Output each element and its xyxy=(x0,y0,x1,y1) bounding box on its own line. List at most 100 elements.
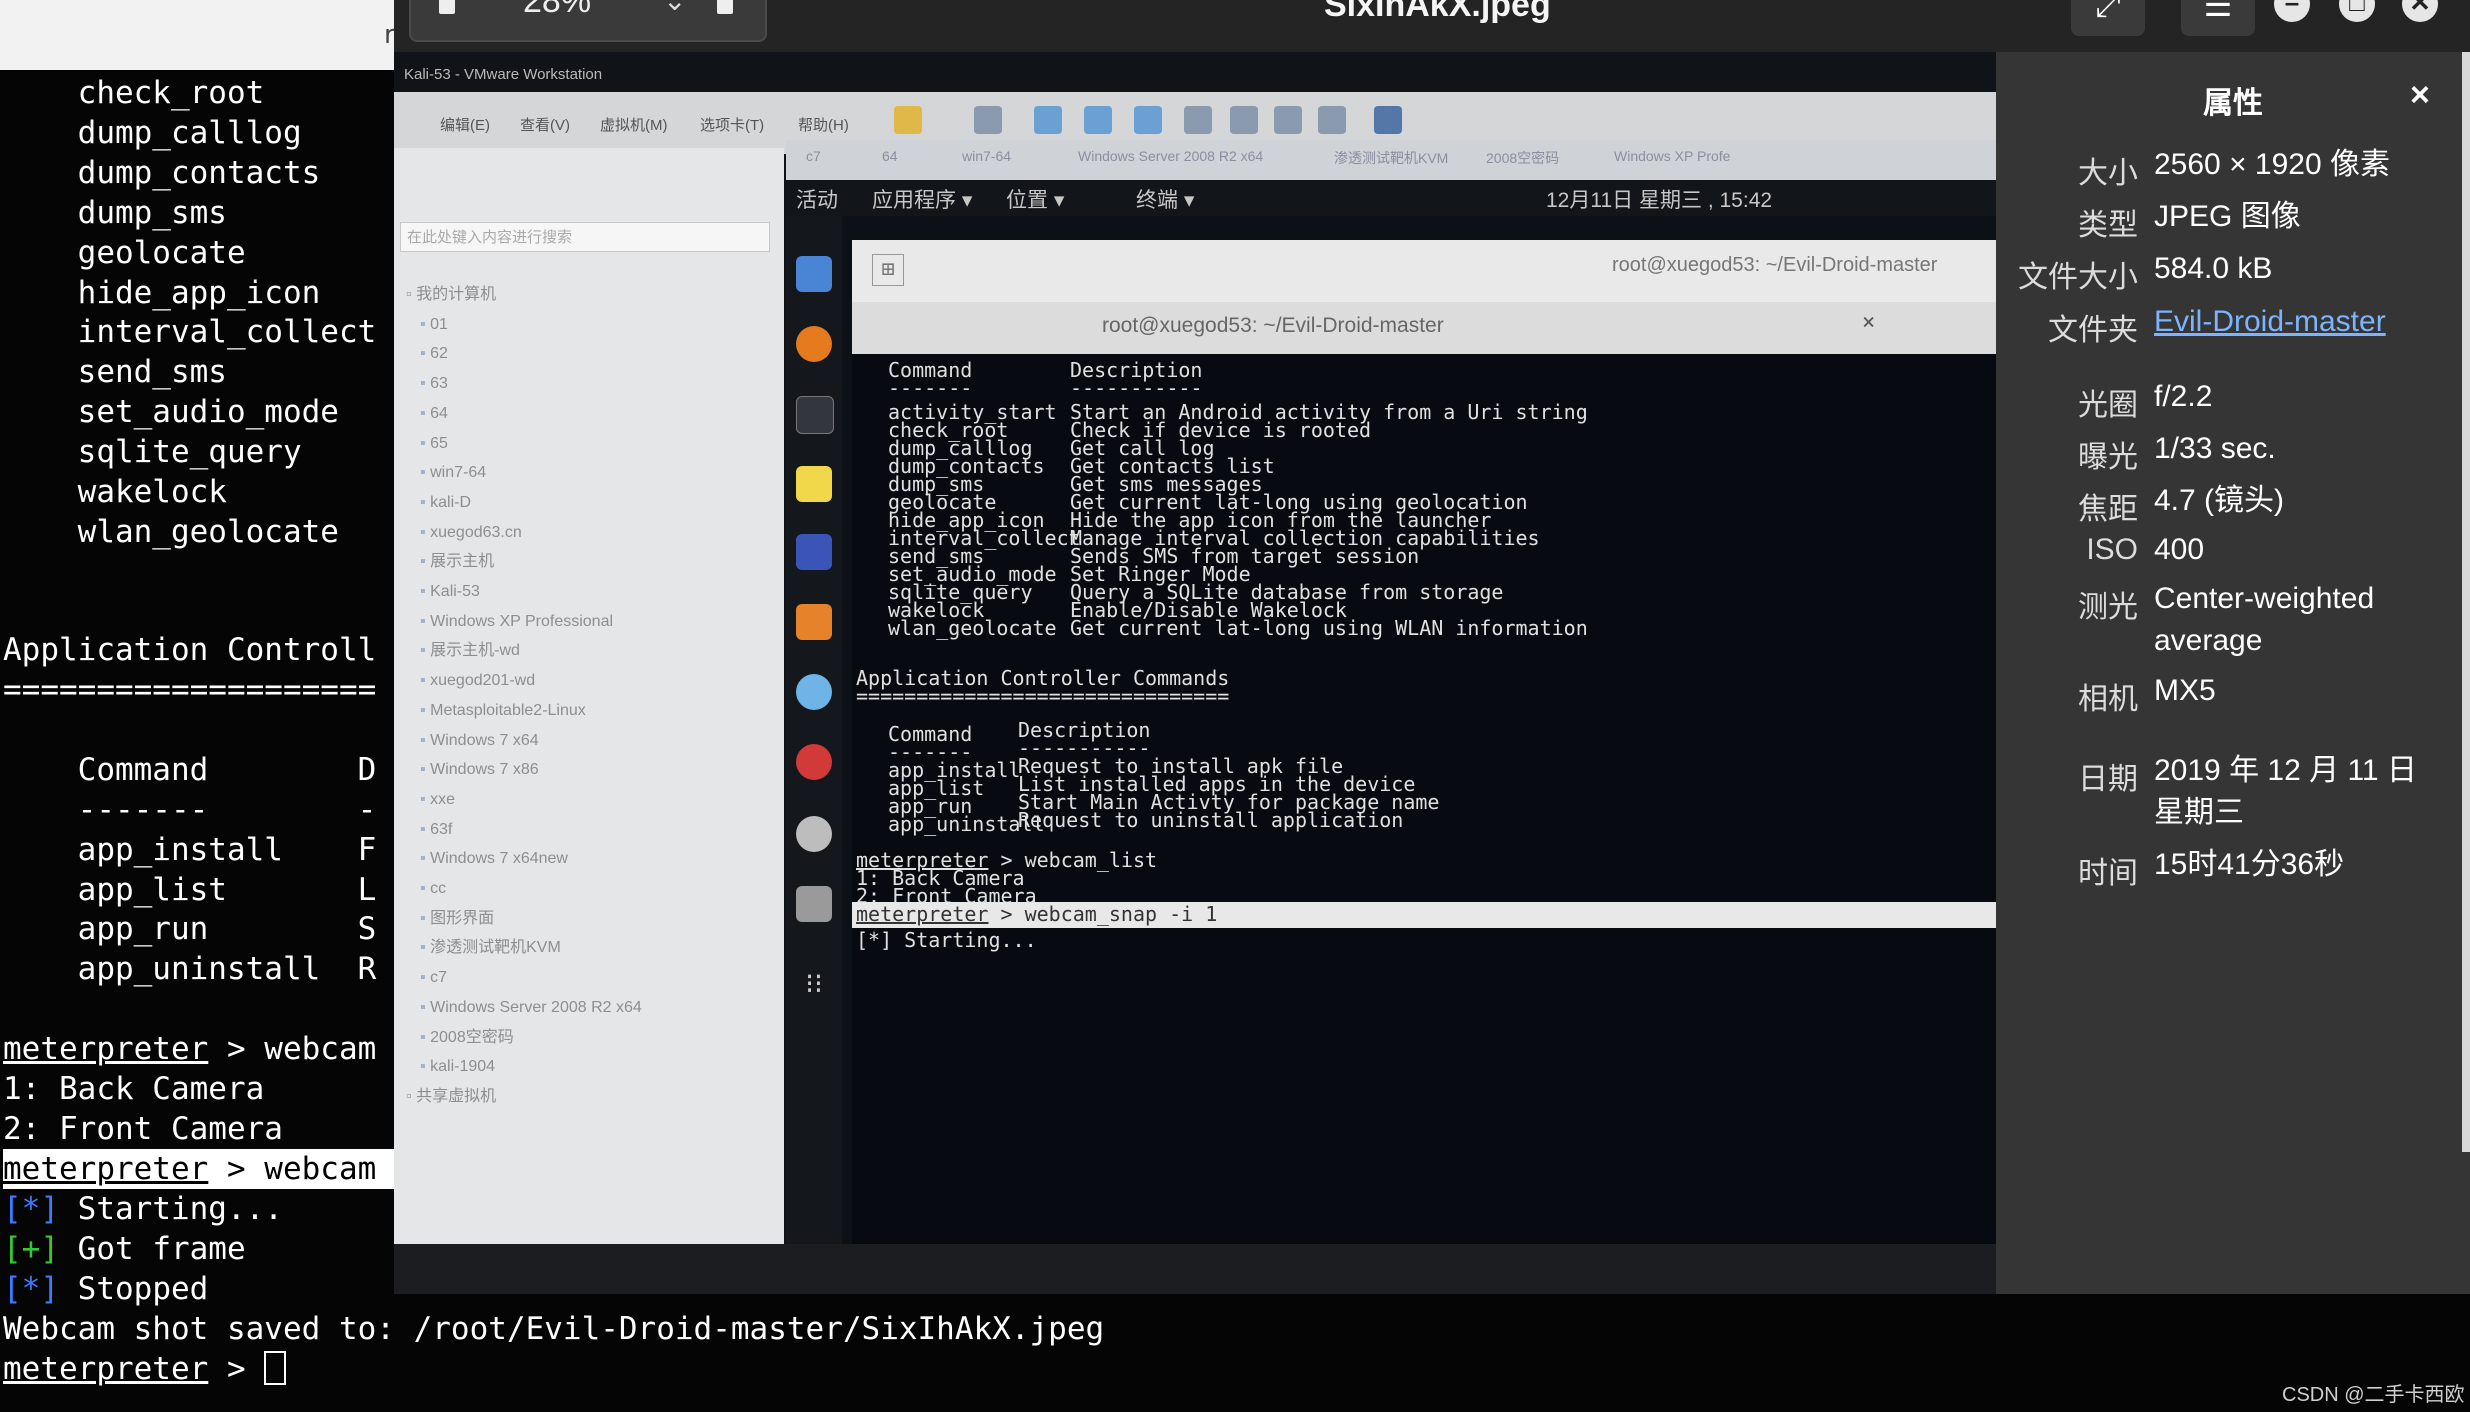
app-cmd-line: app_list L xyxy=(77,872,377,908)
tree-item[interactable]: 64 xyxy=(406,399,642,429)
tree-item[interactable]: Windows 7 x64 xyxy=(406,726,642,756)
toolbar-icon[interactable] xyxy=(1184,106,1212,134)
vm-tab[interactable]: win7-64 xyxy=(962,148,1011,174)
tree-item[interactable]: xuegod201-wd xyxy=(406,666,642,696)
tree-item[interactable]: 展示主机-wd xyxy=(406,636,642,666)
tree-item[interactable]: Metasploitable2-Linux xyxy=(406,696,642,726)
tree-root[interactable]: 我的计算机 xyxy=(406,280,642,310)
menu-item[interactable]: 编辑(E) xyxy=(440,114,490,135)
close-tab-icon[interactable]: × xyxy=(1862,310,1875,335)
tree-item[interactable]: Windows 7 x86 xyxy=(406,755,642,785)
tree-item[interactable]: kali-1904 xyxy=(406,1052,642,1082)
final-prompt[interactable]: meterpreter > xyxy=(3,1349,287,1389)
tree-item[interactable]: Windows Server 2008 R2 x64 xyxy=(406,993,642,1023)
vm-tab[interactable]: 渗透测试靶机KVM xyxy=(1334,148,1448,174)
fullscreen-button[interactable]: ⤢ xyxy=(2071,0,2145,36)
cherrytree-icon[interactable] xyxy=(796,744,832,780)
menu-item[interactable]: 虚拟机(M) xyxy=(600,114,668,135)
status-line: [*] Starting... xyxy=(856,928,1037,952)
tree-item[interactable]: 63f xyxy=(406,815,642,845)
prop-value: 4.7 (镜头) xyxy=(2154,484,2285,517)
zoom-in-icon[interactable] xyxy=(711,0,739,24)
toolbar-icon[interactable] xyxy=(894,106,922,134)
zoom-control[interactable]: 28% ⌄ xyxy=(409,0,767,42)
terminal-top-edge: r xyxy=(0,0,395,70)
prop-key: ISO xyxy=(2086,533,2138,566)
prop-key: 曝光 xyxy=(2078,441,2138,474)
tree-item[interactable]: xxe xyxy=(406,785,642,815)
menu-item[interactable]: 帮助(H) xyxy=(798,114,849,135)
terminal-tab: root@xuegod53: ~/Evil-Droid-master × xyxy=(852,302,1996,354)
vm-tab[interactable]: 64 xyxy=(882,148,898,174)
close-icon[interactable]: × xyxy=(2410,76,2430,115)
tree-item[interactable]: Windows XP Professional xyxy=(406,607,642,637)
minimize-button[interactable]: – xyxy=(2274,0,2310,22)
tree-item[interactable]: c7 xyxy=(406,963,642,993)
cmd-line: check_root xyxy=(77,75,265,111)
burp-icon[interactable] xyxy=(796,604,832,640)
tree-item[interactable]: Kali-53 xyxy=(406,577,642,607)
menu-item[interactable]: 选项卡(T) xyxy=(700,114,764,135)
zoom-out-icon[interactable] xyxy=(433,0,461,24)
prop-value: JPEG 图像 xyxy=(2154,200,2301,233)
tree-item[interactable]: 2008空密码 xyxy=(406,1023,642,1053)
folder-link[interactable]: Evil-Droid-master xyxy=(2154,301,2454,343)
toolbar-icon[interactable] xyxy=(1230,106,1258,134)
notes-icon[interactable] xyxy=(796,466,832,502)
toolbar-icon[interactable] xyxy=(1318,106,1346,134)
cmd-line: geolocate xyxy=(77,235,246,271)
toolbar-icon[interactable] xyxy=(974,106,1002,134)
new-tab-icon[interactable]: ⊞ xyxy=(872,254,904,286)
tree-item[interactable]: 图形界面 xyxy=(406,904,642,934)
tree-item[interactable]: 01 xyxy=(406,310,642,340)
tree-item[interactable]: cc xyxy=(406,874,642,904)
terminal-menu[interactable]: 终端 ▾ xyxy=(1136,184,1194,214)
firefox-icon[interactable] xyxy=(796,326,832,362)
vm-tab[interactable]: 2008空密码 xyxy=(1486,148,1559,174)
prop-key: 焦距 xyxy=(2078,493,2138,526)
trash-icon[interactable] xyxy=(796,886,832,922)
properties-panel: 属性 × 大小 2560 × 1920 像素 类型 JPEG 图像 文件大小 5… xyxy=(1996,52,2470,1294)
tree-item[interactable]: 65 xyxy=(406,429,642,459)
toolbar-icon[interactable] xyxy=(1374,106,1402,134)
highlighted-prompt: meterpreter > webcam_snap -i 1 xyxy=(852,902,1996,928)
app-grid-icon[interactable]: ⁝⁝ xyxy=(796,966,832,1002)
tree-item[interactable]: xuegod63.cn xyxy=(406,518,642,548)
maximize-button[interactable]: □ xyxy=(2339,0,2375,22)
applications-menu[interactable]: 应用程序 ▾ xyxy=(872,184,972,214)
tree-item[interactable]: 展示主机 xyxy=(406,547,642,577)
menu-button[interactable]: ☰ xyxy=(2181,0,2255,36)
chevron-down-icon[interactable]: ⌄ xyxy=(663,0,686,17)
eye-icon[interactable] xyxy=(796,674,832,710)
places-menu[interactable]: 位置 ▾ xyxy=(1006,184,1064,214)
terminal-output[interactable]: Command Description ------- ----------- … xyxy=(852,354,1996,1244)
tree-shared[interactable]: 共享虚拟机 xyxy=(406,1082,642,1112)
prop-value: 2019 年 12 月 11 日 星期三 xyxy=(2154,754,2417,829)
vm-tab[interactable]: c7 xyxy=(806,148,821,174)
close-button[interactable]: ✕ xyxy=(2402,0,2438,22)
tree-item[interactable]: 62 xyxy=(406,339,642,369)
toolbar-icon[interactable] xyxy=(1134,106,1162,134)
metasploit-icon[interactable] xyxy=(796,534,832,570)
photo-image[interactable]: Kali-53 - VMware Workstation 编辑(E) 查看(V)… xyxy=(394,52,1996,1294)
vm-tab[interactable]: Windows XP Profe xyxy=(1614,148,1730,174)
terminal-icon[interactable] xyxy=(796,396,834,434)
toolbar-icon[interactable] xyxy=(1034,106,1062,134)
toolbar-icon[interactable] xyxy=(1274,106,1302,134)
toolbar-icon[interactable] xyxy=(1084,106,1112,134)
library-search-input[interactable]: 在此处键入内容进行搜索 xyxy=(400,222,770,252)
tree-item[interactable]: win7-64 xyxy=(406,458,642,488)
prop-value: Center-weighted average xyxy=(2154,582,2375,657)
terminal-tab-title[interactable]: root@xuegod53: ~/Evil-Droid-master xyxy=(1102,314,1444,338)
vm-tab[interactable]: Windows Server 2008 R2 x64 xyxy=(1078,148,1263,174)
activities-menu[interactable]: 活动 xyxy=(796,184,838,214)
tree-item[interactable]: kali-D xyxy=(406,488,642,518)
menu-item[interactable]: 查看(V) xyxy=(520,114,570,135)
tree-item[interactable]: Windows 7 x64new xyxy=(406,844,642,874)
tree-item[interactable]: 63 xyxy=(406,369,642,399)
prop-value: 15时41分36秒 xyxy=(2154,848,2345,881)
files-icon[interactable] xyxy=(796,256,832,292)
disc-icon[interactable] xyxy=(796,816,832,852)
prop-value: 2560 × 1920 像素 xyxy=(2154,148,2391,181)
tree-item[interactable]: 渗透测试靶机KVM xyxy=(406,933,642,963)
